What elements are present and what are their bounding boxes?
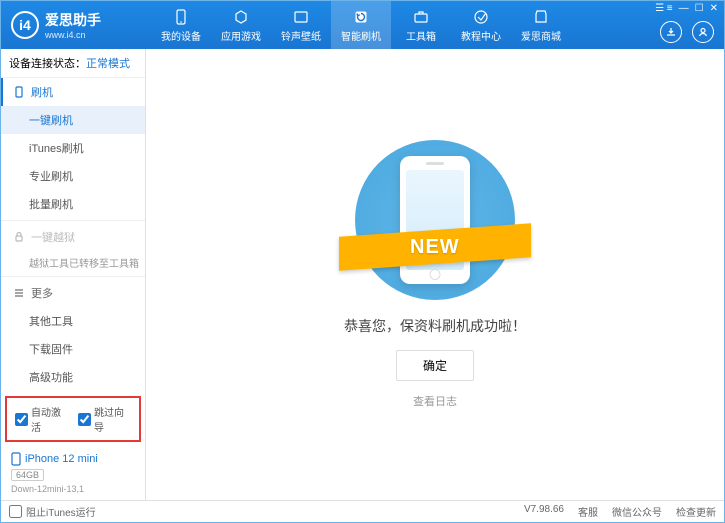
nav-ringtones[interactable]: 铃声壁纸 <box>271 1 331 49</box>
section-flash[interactable]: 刷机 <box>1 78 145 106</box>
nav-flash[interactable]: 智能刷机 <box>331 1 391 49</box>
user-button[interactable] <box>692 21 714 43</box>
app-url: www.i4.cn <box>45 30 101 40</box>
sidebar-item-batch[interactable]: 批量刷机 <box>1 190 145 218</box>
window-controls: ☰ ≡ — ☐ ✕ <box>655 3 718 14</box>
success-message: 恭喜您，保资料刷机成功啦！ <box>344 316 526 336</box>
support-link[interactable]: 客服 <box>578 504 598 519</box>
phone-icon <box>13 86 25 98</box>
sidebar: 设备连接状态：正常模式 刷机 一键刷机 iTunes刷机 专业刷机 批量刷机 一… <box>1 49 146 500</box>
toolbox-icon <box>412 8 430 26</box>
refresh-icon <box>352 8 370 26</box>
section-more[interactable]: 更多 <box>1 279 145 307</box>
close-icon[interactable]: ✕ <box>710 3 718 14</box>
image-icon <box>292 8 310 26</box>
apps-icon <box>232 8 250 26</box>
connection-status: 设备连接状态：正常模式 <box>1 49 145 78</box>
sidebar-item-pro[interactable]: 专业刷机 <box>1 162 145 190</box>
logo-icon: i4 <box>11 11 39 39</box>
sidebar-item-firmware[interactable]: 下载固件 <box>1 335 145 363</box>
top-nav: 我的设备 应用游戏 铃声壁纸 智能刷机 工具箱 教程中心 爱思商城 <box>151 1 571 49</box>
chk-auto-activate[interactable]: 自动激活 <box>15 404 68 434</box>
main-area: NEW 恭喜您，保资料刷机成功啦！ 确定 查看日志 <box>146 49 724 500</box>
nav-my-device[interactable]: 我的设备 <box>151 1 211 49</box>
wechat-link[interactable]: 微信公众号 <box>612 504 662 519</box>
app-window: i4 爱思助手 www.i4.cn 我的设备 应用游戏 铃声壁纸 智能刷机 工具… <box>0 0 725 523</box>
book-icon <box>472 8 490 26</box>
store-icon <box>532 8 550 26</box>
jailbreak-note: 越狱工具已转移至工具箱 <box>1 251 145 274</box>
divider <box>1 276 145 277</box>
lock-icon <box>13 231 25 243</box>
body: 设备连接状态：正常模式 刷机 一键刷机 iTunes刷机 专业刷机 批量刷机 一… <box>1 49 724 500</box>
nav-store[interactable]: 爱思商城 <box>511 1 571 49</box>
chk-skip-guide[interactable]: 跳过向导 <box>78 404 131 434</box>
sidebar-item-itunes[interactable]: iTunes刷机 <box>1 134 145 162</box>
device-sub: Down-12mini-13,1 <box>11 484 135 494</box>
minimize-icon[interactable]: — <box>679 3 689 14</box>
device-name: iPhone 12 mini <box>11 452 135 466</box>
download-button[interactable] <box>660 21 682 43</box>
nav-apps[interactable]: 应用游戏 <box>211 1 271 49</box>
sidebar-item-advanced[interactable]: 高级功能 <box>1 363 145 391</box>
menu-icon[interactable]: ☰ ≡ <box>655 3 673 14</box>
status-value: 正常模式 <box>86 58 130 70</box>
phone-icon <box>172 8 190 26</box>
device-info[interactable]: iPhone 12 mini 64GB Down-12mini-13,1 <box>1 446 145 500</box>
divider <box>1 220 145 221</box>
sidebar-item-other[interactable]: 其他工具 <box>1 307 145 335</box>
nav-toolbox[interactable]: 工具箱 <box>391 1 451 49</box>
footer: 阻止iTunes运行 V7.98.66 客服 微信公众号 检查更新 <box>1 500 724 522</box>
header-actions <box>660 21 714 43</box>
phone-icon <box>11 452 21 466</box>
view-log-link[interactable]: 查看日志 <box>413 393 457 409</box>
header: i4 爱思助手 www.i4.cn 我的设备 应用游戏 铃声壁纸 智能刷机 工具… <box>1 1 724 49</box>
maximize-icon[interactable]: ☐ <box>695 3 704 14</box>
checkbox-row: 自动激活 跳过向导 <box>5 396 141 442</box>
version-label: V7.98.66 <box>524 504 564 519</box>
logo-area: i4 爱思助手 www.i4.cn <box>1 10 151 40</box>
device-storage: 64GB <box>11 469 44 481</box>
sidebar-item-oneclick[interactable]: 一键刷机 <box>1 106 145 134</box>
app-name: 爱思助手 <box>45 10 101 30</box>
chk-block-itunes[interactable]: 阻止iTunes运行 <box>9 504 96 519</box>
nav-tutorials[interactable]: 教程中心 <box>451 1 511 49</box>
check-update-link[interactable]: 检查更新 <box>676 504 716 519</box>
section-jailbreak[interactable]: 一键越狱 <box>1 223 145 251</box>
success-illustration: NEW <box>345 140 525 300</box>
ok-button[interactable]: 确定 <box>396 350 474 381</box>
menu-icon <box>13 287 25 299</box>
